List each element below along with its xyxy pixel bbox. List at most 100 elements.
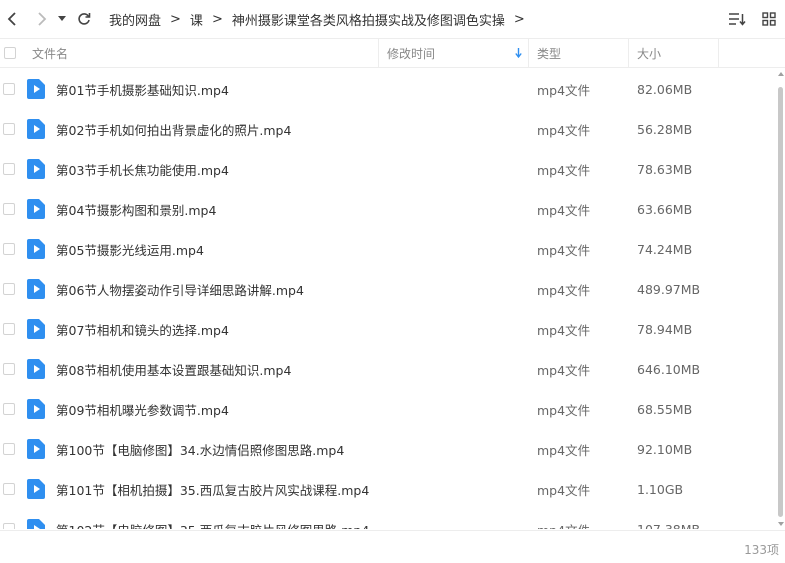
sort-list-button[interactable]: [723, 5, 751, 33]
file-row[interactable]: 第06节人物摆姿动作引导详细思路讲解.mp4 mp4文件 489.97MB: [0, 269, 778, 309]
file-row[interactable]: 第05节摄影光线运用.mp4 mp4文件 74.24MB: [0, 229, 778, 269]
video-file-icon: [27, 479, 45, 503]
breadcrumb: 我的网盘 > 课 > 神州摄影课堂各类风格拍摄实战及修图调色实操 >: [109, 0, 534, 38]
file-row[interactable]: 第102节【电脑修图】35.西瓜复古胶片风修图思路.mp4 mp4文件 107.38…: [0, 509, 778, 529]
file-name[interactable]: 第102节【电脑修图】35.西瓜复古胶片风修图思路.mp4: [56, 520, 369, 530]
scroll-thumb[interactable]: [778, 87, 783, 517]
file-type: mp4文件: [537, 402, 591, 418]
status-bar: 133项: [0, 530, 785, 563]
file-name[interactable]: 第06节人物摆姿动作引导详细思路讲解.mp4: [56, 280, 304, 299]
dropdown-icon: [58, 16, 66, 21]
refresh-button[interactable]: [73, 5, 95, 33]
back-button[interactable]: [1, 5, 23, 33]
file-name[interactable]: 第04节摄影构图和景别.mp4: [56, 200, 216, 219]
file-list: 第01节手机摄影基础知识.mp4 mp4文件 82.06MB 第02节手机如何拍出背景…: [0, 69, 778, 529]
file-size: 74.24MB: [637, 241, 693, 257]
row-checkbox[interactable]: [3, 123, 15, 135]
file-row[interactable]: 第02节手机如何拍出背景虚化的照片.mp4 mp4文件 56.28MB: [0, 109, 778, 149]
column-header-type-label: 类型: [537, 46, 562, 61]
file-row[interactable]: 第08节相机使用基本设置跟基础知识.mp4 mp4文件 646.10MB: [0, 349, 778, 389]
file-name[interactable]: 第02节手机如何拍出背景虚化的照片.mp4: [56, 120, 291, 139]
scroll-down-arrow-icon[interactable]: [778, 522, 784, 526]
breadcrumb-item-course[interactable]: 课: [190, 10, 203, 29]
row-checkbox[interactable]: [3, 83, 15, 95]
file-size: 82.06MB: [637, 81, 693, 97]
video-file-icon: [27, 279, 45, 303]
breadcrumb-separator-icon: >: [170, 11, 181, 27]
breadcrumb-expand-icon[interactable]: >: [514, 12, 525, 27]
breadcrumb-item-root[interactable]: 我的网盘: [109, 10, 161, 29]
row-checkbox[interactable]: [3, 483, 15, 495]
video-file-icon: [27, 79, 45, 103]
video-file-icon: [27, 239, 45, 263]
row-checkbox[interactable]: [3, 523, 15, 529]
column-header-size[interactable]: 大小: [629, 39, 719, 67]
scroll-up-arrow-icon[interactable]: [778, 72, 784, 76]
file-row[interactable]: 第03节手机长焦功能使用.mp4 mp4文件 78.63MB: [0, 149, 778, 189]
file-name[interactable]: 第07节相机和镜头的选择.mp4: [56, 320, 229, 339]
file-row[interactable]: 第07节相机和镜头的选择.mp4 mp4文件 78.94MB: [0, 309, 778, 349]
video-file-icon: [27, 119, 45, 143]
column-header-modified[interactable]: 修改时间: [379, 39, 529, 67]
vertical-scrollbar[interactable]: [777, 69, 785, 529]
forward-button[interactable]: [31, 5, 53, 33]
sort-down-arrow-icon: [515, 48, 522, 58]
file-row[interactable]: 第09节相机曝光参数调节.mp4 mp4文件 68.55MB: [0, 389, 778, 429]
file-row[interactable]: 第101节【相机拍摄】35.西瓜复古胶片风实战课程.mp4 mp4文件 1.10GB: [0, 469, 778, 509]
column-header-type[interactable]: 类型: [529, 39, 629, 67]
file-type: mp4文件: [537, 122, 591, 138]
column-header-name-label: 文件名: [32, 46, 69, 61]
column-header-name[interactable]: 文件名: [24, 39, 379, 67]
breadcrumb-item-current[interactable]: 神州摄影课堂各类风格拍摄实战及修图调色实操: [232, 10, 505, 29]
sort-list-icon: [729, 13, 746, 26]
file-row[interactable]: 第100节【电脑修图】34.水边情侣照修图思路.mp4 mp4文件 92.10MB: [0, 429, 778, 469]
file-name[interactable]: 第101节【相机拍摄】35.西瓜复古胶片风实战课程.mp4: [56, 480, 369, 499]
file-type: mp4文件: [537, 162, 591, 178]
back-icon: [7, 12, 16, 26]
file-name[interactable]: 第08节相机使用基本设置跟基础知识.mp4: [56, 360, 291, 379]
file-name[interactable]: 第05节摄影光线运用.mp4: [56, 240, 204, 259]
video-file-icon: [27, 519, 45, 529]
file-type: mp4文件: [537, 322, 591, 338]
file-size: 68.55MB: [637, 401, 693, 417]
video-file-icon: [27, 199, 45, 223]
breadcrumb-separator-icon: >: [211, 11, 223, 27]
row-checkbox[interactable]: [3, 323, 15, 335]
file-type: mp4文件: [537, 282, 591, 298]
video-file-icon: [27, 439, 45, 463]
file-size: 78.94MB: [637, 321, 693, 337]
file-size: 646.10MB: [637, 361, 701, 377]
video-file-icon: [27, 359, 45, 383]
file-row[interactable]: 第04节摄影构图和景别.mp4 mp4文件 63.66MB: [0, 189, 778, 229]
forward-icon: [38, 12, 47, 26]
file-size: 56.28MB: [637, 121, 693, 137]
file-size: 63.66MB: [637, 201, 693, 217]
file-name[interactable]: 第09节相机曝光参数调节.mp4: [56, 400, 229, 419]
video-file-icon: [27, 159, 45, 183]
file-type: mp4文件: [537, 520, 590, 530]
file-name[interactable]: 第03节手机长焦功能使用.mp4: [56, 160, 229, 179]
row-checkbox[interactable]: [3, 283, 15, 295]
table-header: 文件名 修改时间 类型 大小: [0, 38, 785, 68]
history-dropdown-button[interactable]: [55, 5, 69, 33]
video-file-icon: [27, 399, 45, 423]
row-checkbox[interactable]: [3, 363, 15, 375]
select-all-checkbox[interactable]: [4, 47, 16, 59]
row-checkbox[interactable]: [3, 203, 15, 215]
grid-view-button[interactable]: [755, 5, 783, 33]
file-type: mp4文件: [537, 82, 591, 98]
row-checkbox[interactable]: [3, 443, 15, 455]
row-checkbox[interactable]: [3, 243, 15, 255]
file-name[interactable]: 第100节【电脑修图】34.水边情侣照修图思路.mp4: [56, 440, 344, 459]
grid-view-icon: [762, 12, 776, 26]
file-size: 1.10GB: [637, 481, 684, 497]
select-all-cell: [0, 39, 24, 67]
row-checkbox[interactable]: [3, 403, 15, 415]
file-size: 489.97MB: [637, 281, 701, 297]
toolbar: 我的网盘 > 课 > 神州摄影课堂各类风格拍摄实战及修图调色实操 >: [0, 0, 785, 38]
file-type: mp4文件: [537, 242, 591, 258]
file-name[interactable]: 第01节手机摄影基础知识.mp4: [56, 80, 229, 99]
file-type: mp4文件: [537, 202, 591, 218]
file-row[interactable]: 第01节手机摄影基础知识.mp4 mp4文件 82.06MB: [0, 69, 778, 109]
row-checkbox[interactable]: [3, 163, 15, 175]
